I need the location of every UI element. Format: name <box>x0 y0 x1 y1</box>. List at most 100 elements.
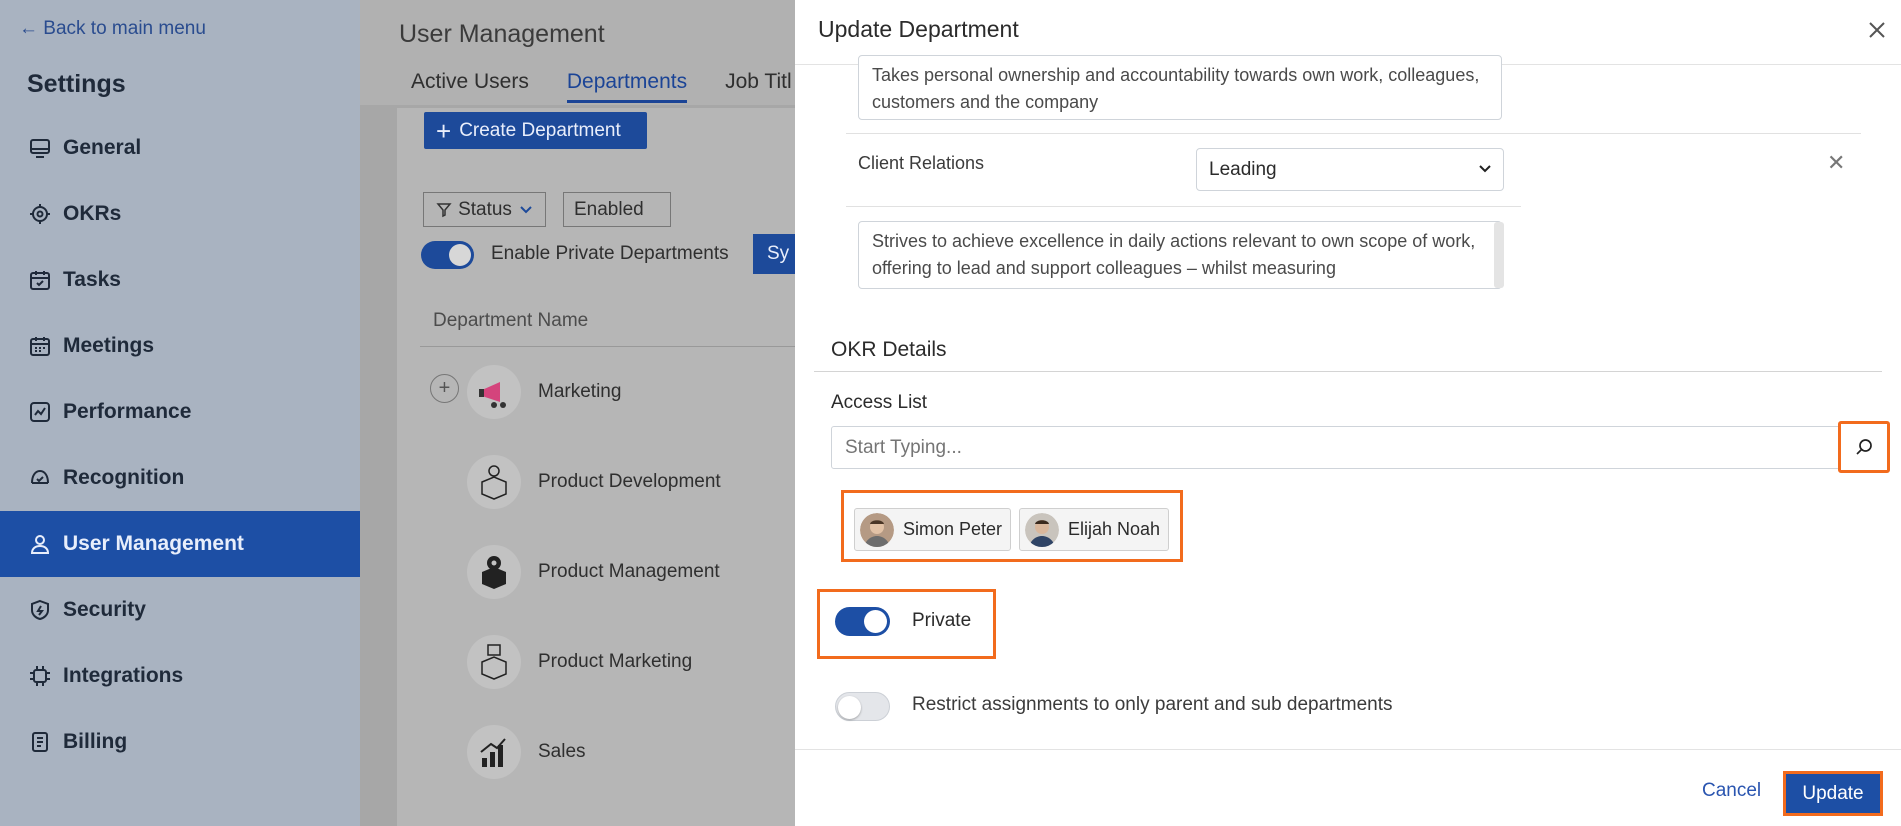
settings-sidebar: ← Back to main menu Settings General OKR… <box>0 0 360 826</box>
sidebar-item-billing[interactable]: Billing <box>0 709 360 775</box>
enable-private-departments-toggle[interactable] <box>421 241 474 269</box>
plus-icon: + <box>436 115 452 146</box>
sidebar-item-label: Performance <box>63 400 192 423</box>
enable-private-departments-label: Enable Private Departments <box>491 243 729 264</box>
sidebar-item-general[interactable]: General <box>0 115 360 181</box>
chip-icon <box>30 666 50 686</box>
tab-active-users[interactable]: Active Users <box>411 70 529 103</box>
department-name: Sales <box>538 741 586 762</box>
close-icon[interactable] <box>1863 16 1891 44</box>
department-name: Product Development <box>538 471 721 492</box>
filter-icon <box>436 202 452 217</box>
table-row[interactable]: Product Development <box>467 455 721 509</box>
monitor-icon <box>30 139 50 158</box>
table-header-divider <box>420 346 820 347</box>
sidebar-item-user-management[interactable]: User Management <box>0 511 360 577</box>
idea-box-icon <box>467 455 521 509</box>
gear-box-icon <box>467 545 521 599</box>
chevron-down-icon <box>1479 165 1491 173</box>
user-chip-name: Elijah Noah <box>1068 519 1161 539</box>
access-list-search-button[interactable] <box>1838 421 1890 473</box>
department-name: Marketing <box>538 381 622 402</box>
status-filter-dropdown[interactable]: Status <box>423 192 546 227</box>
competency-description-box[interactable]: Takes personal ownership and accountabil… <box>858 55 1502 120</box>
user-icon <box>30 535 50 554</box>
competency-level-select[interactable]: Leading <box>1196 148 1504 191</box>
row-divider <box>846 206 1521 207</box>
table-row[interactable]: Product Marketing <box>467 635 692 689</box>
search-icon <box>1856 439 1872 455</box>
department-name: Product Marketing <box>538 651 693 672</box>
drawer-footer-divider <box>795 749 1901 750</box>
create-department-label: Create Department <box>459 119 621 141</box>
sidebar-item-label: Security <box>63 598 146 621</box>
drawer-title: Update Department <box>818 16 1019 42</box>
private-toggle[interactable] <box>835 607 890 636</box>
department-name-column-header: Department Name <box>433 310 589 331</box>
remove-competency-icon[interactable]: ✕ <box>1827 150 1845 176</box>
sidebar-item-meetings[interactable]: Meetings <box>0 313 360 379</box>
restrict-assignments-toggle[interactable] <box>835 692 890 721</box>
avatar <box>1025 512 1059 547</box>
section-divider <box>814 371 1882 372</box>
user-chip-simon-peter[interactable]: Simon Peter <box>854 508 1012 551</box>
create-department-button[interactable]: + Create Department <box>424 112 647 149</box>
avatar <box>860 512 894 547</box>
competency-label: Client Relations <box>858 153 985 173</box>
sidebar-item-label: User Management <box>63 532 244 555</box>
enabled-filter-chip[interactable]: Enabled <box>563 192 671 227</box>
access-users-list: Simon Peter Elijah Noah <box>841 490 1183 562</box>
status-filter-label: Status <box>458 198 512 220</box>
textarea-scrollbar[interactable] <box>1494 222 1504 288</box>
sidebar-item-label: Billing <box>63 730 128 753</box>
calendar-grid-icon <box>30 337 50 356</box>
chevron-down-icon <box>520 205 532 213</box>
row-divider <box>846 133 1861 134</box>
table-row[interactable]: Product Management <box>467 545 720 599</box>
table-row[interactable]: Sales <box>467 725 586 779</box>
sidebar-item-label: OKRs <box>63 202 122 225</box>
settings-title: Settings <box>27 70 126 98</box>
tab-bar: Active Users Departments Job Titl <box>411 70 792 103</box>
settings-nav: General OKRs Tasks Meetings Performance … <box>0 115 360 775</box>
sidebar-item-label: Meetings <box>63 334 155 357</box>
competency-description-box[interactable]: Strives to achieve excellence in daily a… <box>858 221 1502 289</box>
user-chip-elijah-noah[interactable]: Elijah Noah <box>1019 508 1170 551</box>
update-button[interactable]: Update <box>1783 771 1883 816</box>
product-box-icon <box>467 635 521 689</box>
sidebar-item-label: Tasks <box>63 268 121 291</box>
department-name: Product Management <box>538 561 720 582</box>
user-chip-name: Simon Peter <box>903 519 1003 539</box>
page-title: User Management <box>399 20 605 48</box>
toggle-knob <box>864 610 887 633</box>
cancel-button[interactable]: Cancel <box>1702 780 1761 802</box>
back-to-main-menu-link[interactable]: ← Back to main menu <box>19 18 206 40</box>
sales-chart-icon <box>467 725 521 779</box>
chart-line-icon <box>30 402 50 422</box>
tab-departments[interactable]: Departments <box>566 70 688 103</box>
toggle-knob <box>449 244 471 266</box>
tab-job-titles[interactable]: Job Titl <box>725 70 792 103</box>
restrict-assignments-label: Restrict assignments to only parent and … <box>912 694 1393 715</box>
access-list-search-input[interactable] <box>831 426 1863 469</box>
shield-icon <box>31 599 49 621</box>
sidebar-item-label: Recognition <box>63 466 185 489</box>
competency-level-value: Leading <box>1209 159 1277 180</box>
private-label: Private <box>912 610 972 631</box>
expand-row-button[interactable]: + <box>430 374 459 403</box>
calendar-check-icon <box>30 271 50 290</box>
sidebar-item-performance[interactable]: Performance <box>0 379 360 445</box>
access-list-label: Access List <box>831 392 928 413</box>
okr-details-title: OKR Details <box>831 338 947 361</box>
sidebar-item-okrs[interactable]: OKRs <box>0 181 360 247</box>
sidebar-item-integrations[interactable]: Integrations <box>0 643 360 709</box>
sidebar-item-tasks[interactable]: Tasks <box>0 247 360 313</box>
document-icon <box>32 732 48 752</box>
sidebar-item-label: General <box>63 136 142 159</box>
sidebar-item-label: Integrations <box>63 664 184 687</box>
sidebar-item-security[interactable]: Security <box>0 577 360 643</box>
megaphone-icon <box>467 365 521 419</box>
sidebar-item-recognition[interactable]: Recognition <box>0 445 360 511</box>
recognition-icon <box>31 469 49 484</box>
table-row[interactable]: Marketing <box>467 365 621 419</box>
